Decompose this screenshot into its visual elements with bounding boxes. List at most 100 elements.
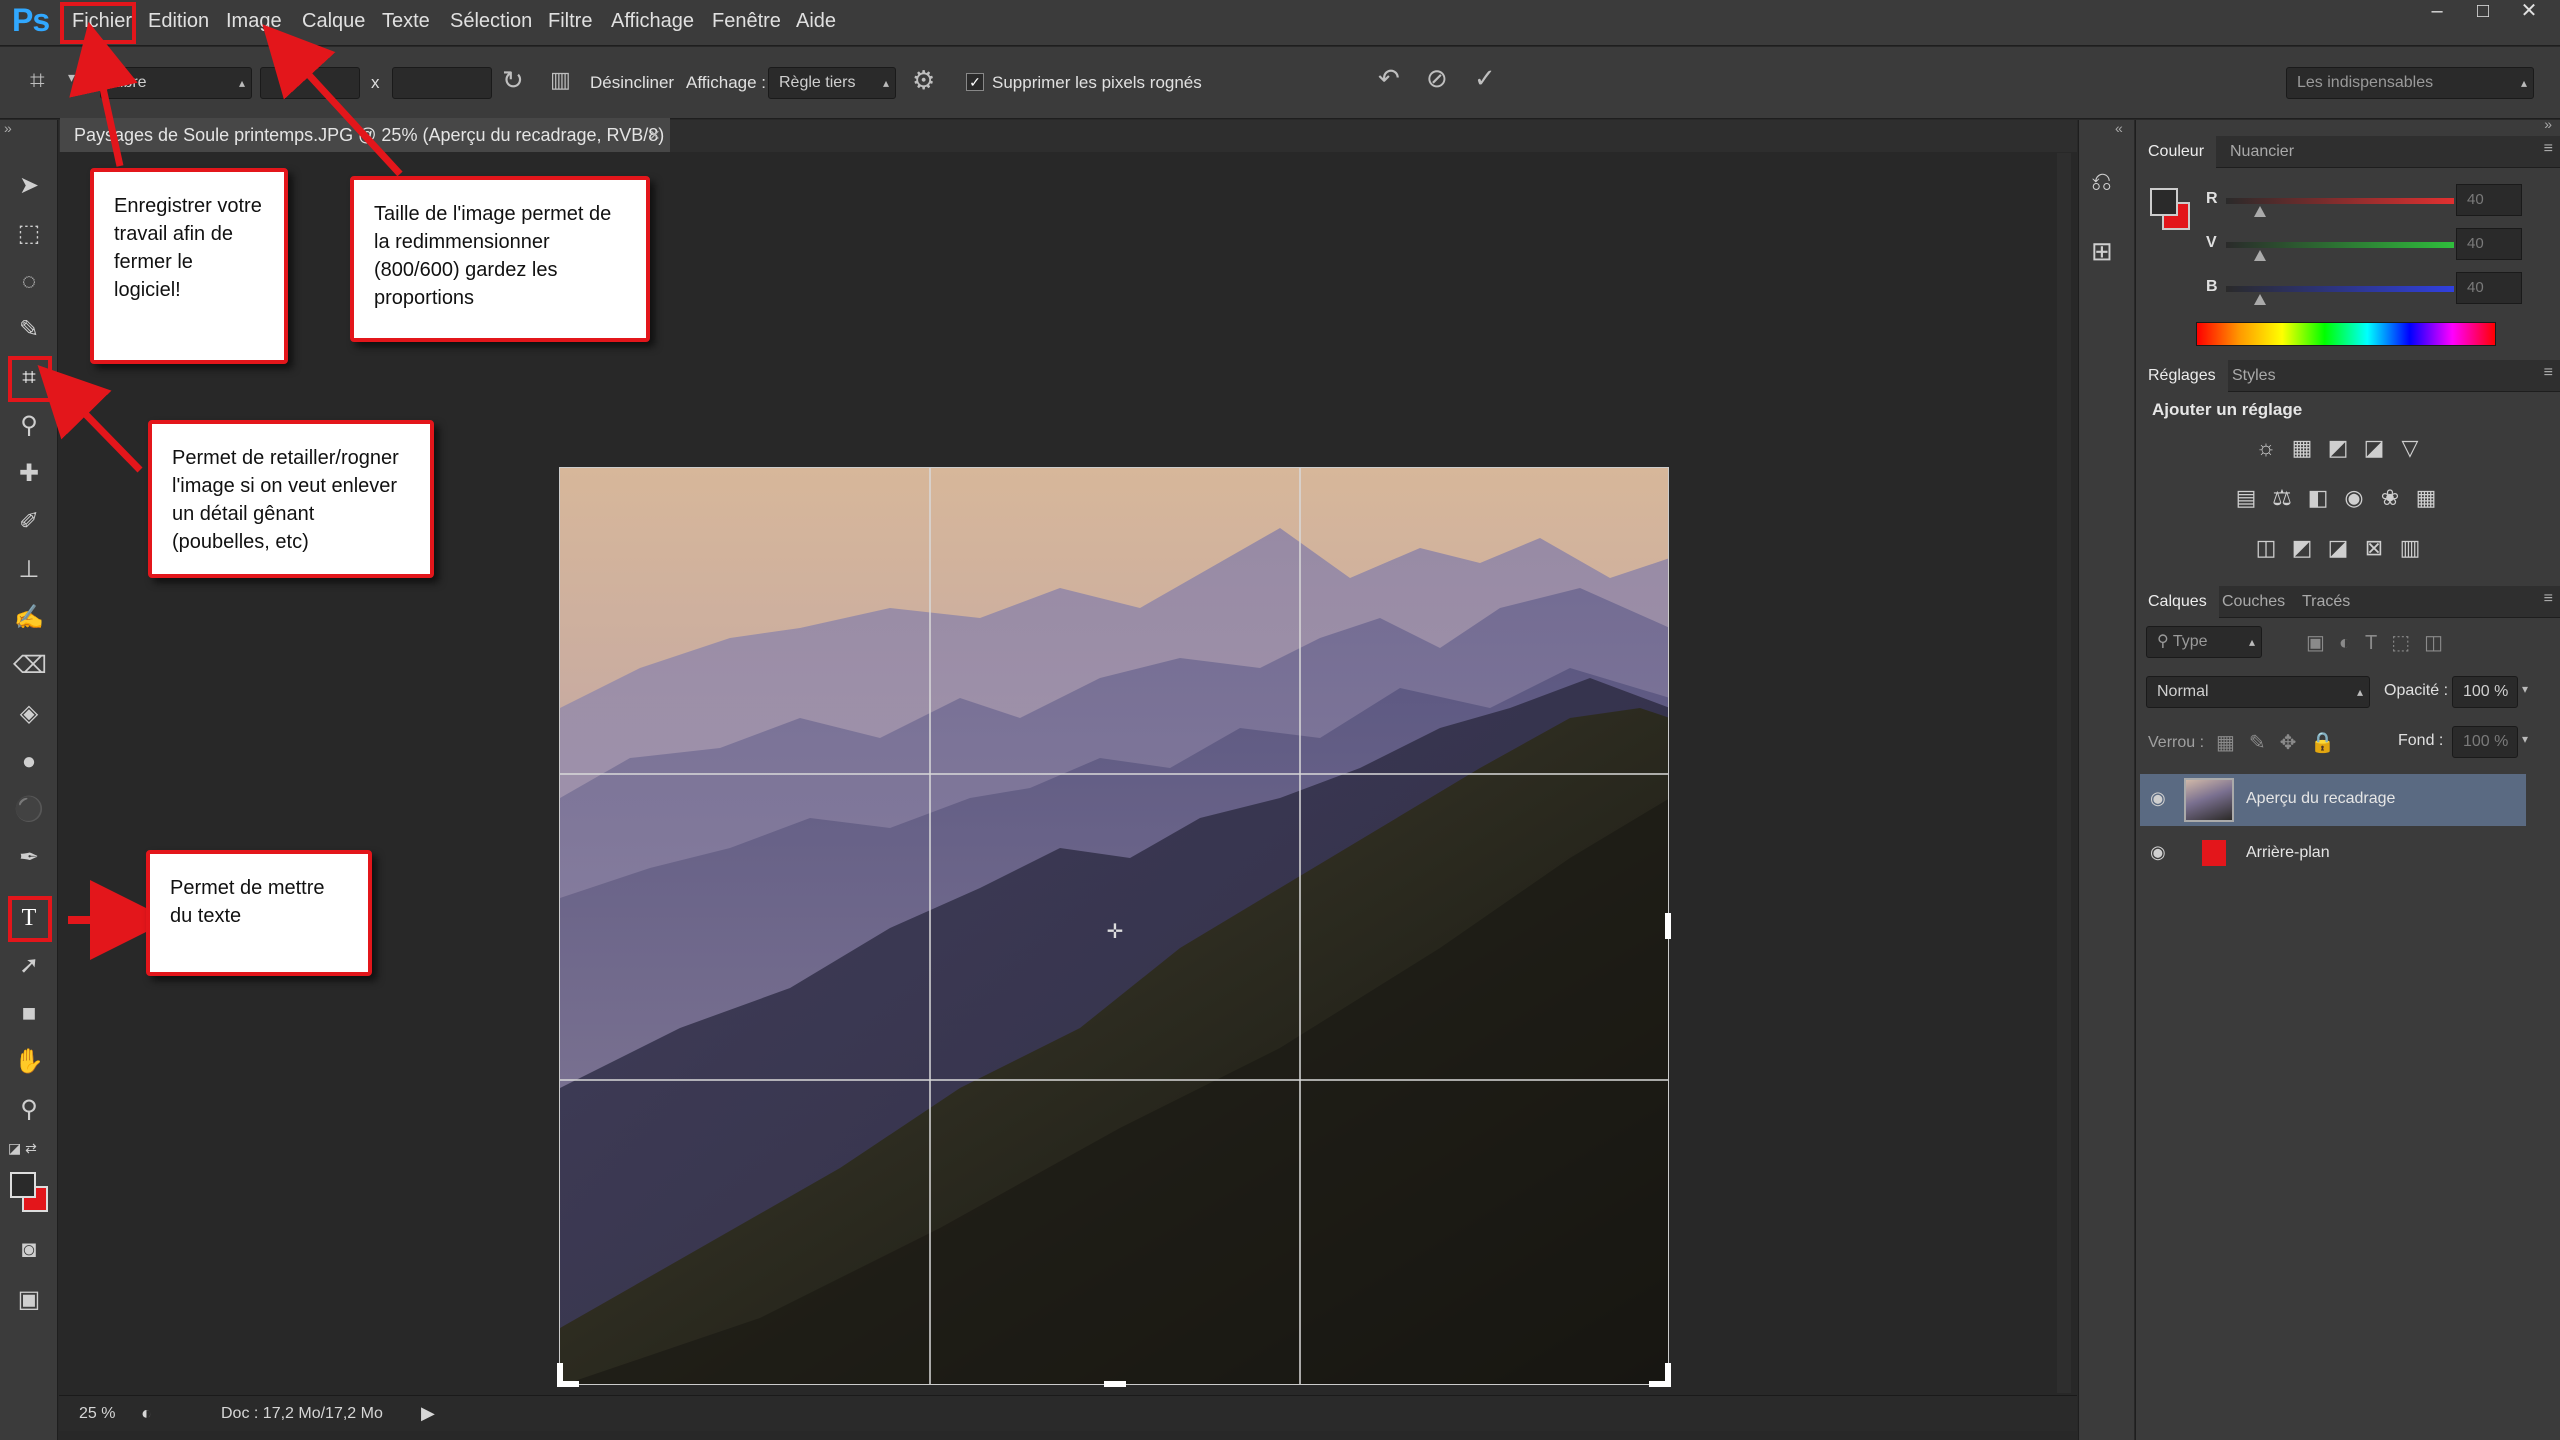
cancel-icon[interactable]: ⊘: [1426, 63, 1448, 94]
panel-menu-icon[interactable]: ≡: [2544, 364, 2553, 382]
quick-selection-tool-icon[interactable]: ✎: [13, 314, 45, 346]
crop-handle-bottom-left-v[interactable]: [557, 1363, 563, 1387]
crop-width-input[interactable]: [260, 67, 360, 99]
delete-pixels-checkbox[interactable]: ✓: [966, 73, 984, 91]
tab-calques[interactable]: Calques: [2136, 586, 2219, 618]
maximize-button[interactable]: □: [2470, 0, 2496, 22]
channel-r-value[interactable]: 40: [2456, 184, 2522, 216]
screen-mode-icon[interactable]: ▣: [13, 1284, 45, 1316]
rectangle-tool-icon[interactable]: ■: [13, 998, 45, 1030]
channel-v-value[interactable]: 40: [2456, 228, 2522, 260]
commit-check-icon[interactable]: ✓: [1474, 63, 1496, 94]
selective-color-icon[interactable]: ⊠: [2360, 534, 2388, 562]
invert-icon[interactable]: ◫: [2252, 534, 2280, 562]
zoom-tool-icon[interactable]: ⚲: [13, 1094, 45, 1126]
hue-saturation-icon[interactable]: ▤: [2232, 484, 2260, 512]
eraser-tool-icon[interactable]: ⌫: [13, 650, 47, 682]
eyedropper-tool-icon[interactable]: ⚲: [13, 410, 45, 442]
crop-handle-bottom-right-v[interactable]: [1665, 1363, 1671, 1387]
vertical-scrollbar[interactable]: [2057, 153, 2071, 1393]
fill-input[interactable]: 100 %: [2452, 726, 2518, 758]
brightness-icon[interactable]: ☼: [2252, 434, 2280, 462]
channel-mixer-icon[interactable]: ❀: [2376, 484, 2404, 512]
tab-nuancier[interactable]: Nuancier: [2218, 136, 2306, 168]
collapse-panels-icon[interactable]: »: [2544, 116, 2552, 132]
menu-selection[interactable]: Sélection: [450, 10, 532, 33]
curves-icon[interactable]: ◩: [2324, 434, 2352, 462]
close-document-icon[interactable]: ×: [649, 118, 660, 152]
collapse-icon[interactable]: »: [4, 120, 12, 136]
opacity-input[interactable]: 100 %: [2452, 676, 2518, 708]
healing-brush-tool-icon[interactable]: ✚: [13, 458, 45, 490]
zoom-level[interactable]: 25 %: [79, 1405, 115, 1423]
lock-icons[interactable]: ▦✎✥🔒: [2216, 730, 2349, 755]
panel-menu-icon[interactable]: ≡: [2544, 590, 2553, 608]
tab-traces[interactable]: Tracés: [2290, 586, 2362, 618]
channel-r-slider[interactable]: [2226, 198, 2454, 204]
channel-v-knob[interactable]: [2254, 250, 2266, 261]
posterize-icon[interactable]: ◩: [2288, 534, 2316, 562]
fill-dropdown-icon[interactable]: ▾: [2522, 732, 2528, 746]
photo-filter-icon[interactable]: ◉: [2340, 484, 2368, 512]
menu-filtre[interactable]: Filtre: [548, 10, 592, 33]
photo-crop-preview[interactable]: ✛: [559, 467, 1669, 1385]
layer-row-crop-preview[interactable]: ◉ Aperçu du recadrage: [2140, 774, 2526, 826]
channel-r-knob[interactable]: [2254, 206, 2266, 217]
preset-dropdown-icon[interactable]: ▾: [68, 69, 75, 86]
properties-panel-icon[interactable]: ⊞: [2091, 236, 2113, 267]
marquee-tool-icon[interactable]: ⬚: [13, 218, 45, 250]
panel-menu-icon[interactable]: ≡: [2544, 140, 2553, 158]
color-foreground-swatch[interactable]: [2150, 188, 2178, 216]
crop-height-input[interactable]: [392, 67, 492, 99]
channel-b-slider[interactable]: [2226, 286, 2454, 292]
layer-filter-select[interactable]: ⚲ Type ▴: [2146, 626, 2262, 658]
workspace-select[interactable]: Les indispensables ▴: [2286, 67, 2534, 99]
layer-filter-icons[interactable]: ▣◐T⬚◫: [2306, 630, 2457, 655]
close-window-button[interactable]: ✕: [2516, 0, 2542, 22]
dodge-tool-icon[interactable]: ⚫: [13, 794, 45, 826]
quick-mask-icon[interactable]: ◙: [13, 1234, 45, 1266]
gear-icon[interactable]: ⚙: [912, 65, 935, 96]
crop-handle-right-middle[interactable]: [1665, 913, 1671, 939]
status-menu-arrow-icon[interactable]: ▶: [421, 1403, 435, 1424]
straighten-label[interactable]: Désincliner: [590, 73, 674, 93]
crop-handle-bottom-middle[interactable]: [1104, 1381, 1126, 1387]
black-white-icon[interactable]: ◧: [2304, 484, 2332, 512]
collapse-strip-icon[interactable]: «: [2115, 120, 2123, 136]
channel-v-slider[interactable]: [2226, 242, 2454, 248]
path-selection-tool-icon[interactable]: ➚: [13, 950, 45, 982]
move-tool-icon[interactable]: ➤: [13, 170, 45, 202]
vibrance-icon[interactable]: ▽: [2396, 434, 2424, 462]
lasso-tool-icon[interactable]: ◌: [13, 266, 45, 298]
blend-mode-select[interactable]: Normal ▴: [2146, 676, 2370, 708]
color-spectrum-bar[interactable]: [2196, 322, 2496, 346]
menu-fenetre[interactable]: Fenêtre: [712, 10, 781, 33]
channel-b-knob[interactable]: [2254, 294, 2266, 305]
brush-tool-icon[interactable]: ✐: [13, 506, 45, 538]
history-panel-icon[interactable]: ⎌: [2091, 166, 2112, 198]
tab-couleur[interactable]: Couleur: [2136, 136, 2217, 168]
menu-affichage[interactable]: Affichage: [611, 10, 694, 33]
threshold-icon[interactable]: ◪: [2324, 534, 2352, 562]
hand-tool-icon[interactable]: ✋: [13, 1046, 45, 1078]
history-brush-tool-icon[interactable]: ✍: [13, 602, 45, 634]
exposure-icon[interactable]: ◪: [2360, 434, 2388, 462]
channel-b-value[interactable]: 40: [2456, 272, 2522, 304]
color-balance-icon[interactable]: ⚖: [2268, 484, 2296, 512]
eye-icon[interactable]: ◉: [2150, 788, 2166, 809]
clone-stamp-tool-icon[interactable]: ⊥: [13, 554, 45, 586]
opacity-dropdown-icon[interactable]: ▾: [2522, 682, 2528, 696]
tab-couches[interactable]: Couches: [2210, 586, 2297, 618]
gradient-map-icon[interactable]: ▥: [2396, 534, 2424, 562]
reset-icon[interactable]: ↶: [1378, 63, 1400, 94]
tab-reglages[interactable]: Réglages: [2136, 360, 2228, 392]
menu-image[interactable]: Image: [226, 10, 282, 33]
layer-row-background[interactable]: ◉ Arrière-plan: [2140, 828, 2526, 880]
menu-edition[interactable]: Edition: [148, 10, 209, 33]
ratio-select[interactable]: Libre ▴: [100, 67, 252, 99]
menu-aide[interactable]: Aide: [796, 10, 836, 33]
default-colors-icon[interactable]: ◪ ⇄: [8, 1140, 37, 1157]
paint-bucket-tool-icon[interactable]: ◈: [13, 698, 45, 730]
eye-icon[interactable]: ◉: [2150, 842, 2166, 863]
swap-dimensions-icon[interactable]: ↻: [502, 65, 524, 96]
